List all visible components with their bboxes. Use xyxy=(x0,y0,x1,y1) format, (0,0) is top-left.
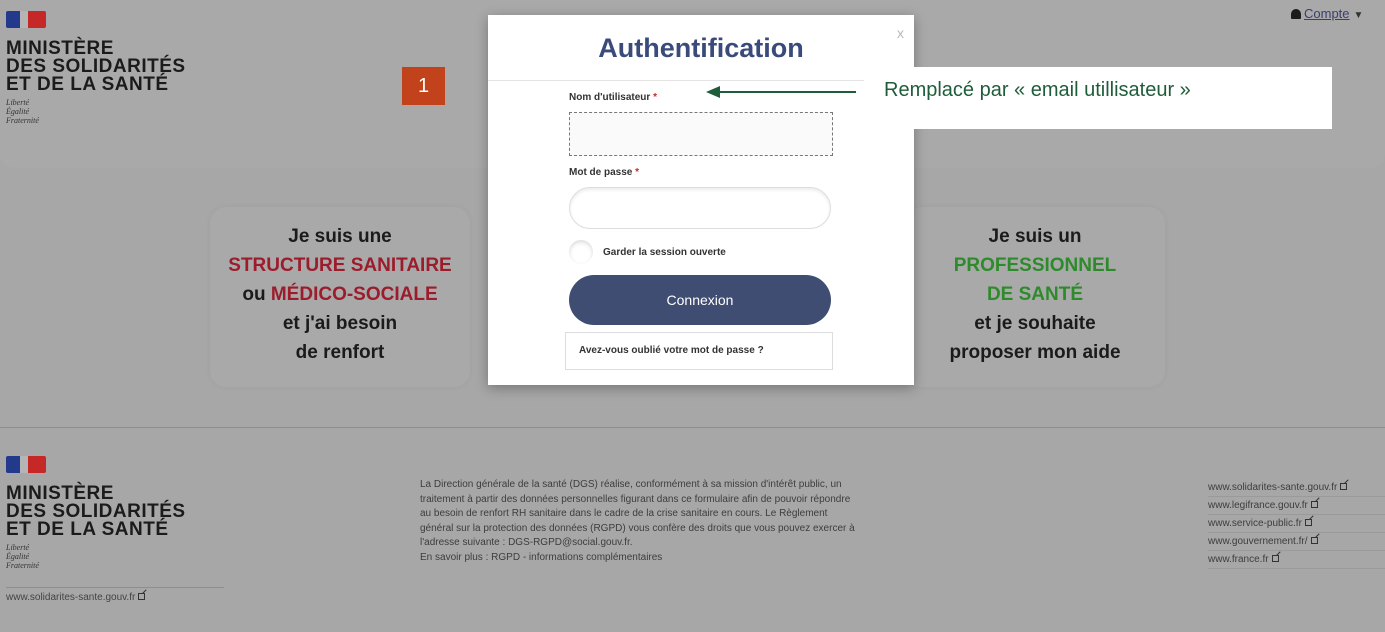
republic-motto: Liberté Égalité Fraternité xyxy=(6,98,39,125)
footer-site-link[interactable]: www.solidarites-sante.gouv.fr xyxy=(6,587,224,603)
close-icon[interactable]: x xyxy=(897,25,904,41)
account-label: Compte xyxy=(1304,6,1350,21)
footer-link[interactable]: www.solidarites-sante.gouv.fr xyxy=(1208,479,1385,497)
ministry-logo[interactable]: MINISTÈRE DES SOLIDARITÉS ET DE LA SANTÉ… xyxy=(6,11,186,125)
footer-link[interactable]: www.gouvernement.fr/ xyxy=(1208,533,1385,551)
external-link-icon xyxy=(1271,555,1279,562)
password-input[interactable] xyxy=(569,187,831,229)
annotation-arrow-icon xyxy=(706,86,856,98)
rgpd-more-link[interactable]: En savoir plus : RGPD - informations com… xyxy=(420,551,1000,566)
footer-republic-motto: Liberté Égalité Fraternité xyxy=(6,543,39,570)
account-menu[interactable]: Compte ▼ xyxy=(1291,6,1363,21)
ministry-name: MINISTÈRE DES SOLIDARITÉS ET DE LA SANTÉ xyxy=(6,38,186,95)
external-link-icon xyxy=(138,593,146,600)
forgot-password-link[interactable]: Avez-vous oublié votre mot de passe ? xyxy=(565,332,833,370)
footer-links-list: www.solidarites-sante.gouv.fr www.legifr… xyxy=(1208,479,1385,569)
keep-session-checkbox[interactable] xyxy=(569,240,593,264)
external-link-icon xyxy=(1310,501,1318,508)
footer-separator xyxy=(0,427,1385,428)
footer-ministry-logo[interactable]: MINISTÈRE DES SOLIDARITÉS ET DE LA SANTÉ… xyxy=(6,456,186,570)
external-link-icon xyxy=(1304,519,1312,526)
marianne-flag-icon xyxy=(6,456,46,473)
professional-card[interactable]: Je suis un PROFESSIONNEL DE SANTÉ et je … xyxy=(905,207,1165,387)
footer-link[interactable]: www.france.fr xyxy=(1208,551,1385,569)
login-modal: Authentification x Nom d'utilisateur * M… xyxy=(488,15,914,385)
step-number-badge: 1 xyxy=(402,67,445,105)
footer-link[interactable]: www.legifrance.gouv.fr xyxy=(1208,497,1385,515)
modal-title: Authentification xyxy=(598,33,804,63)
marianne-flag-icon xyxy=(6,11,46,28)
structure-card[interactable]: Je suis une STRUCTURE SANITAIRE ou MÉDIC… xyxy=(210,207,470,387)
modal-header: Authentification x xyxy=(488,15,914,81)
username-input[interactable] xyxy=(569,112,833,156)
annotation-note: Remplacé par « email utillisateur » xyxy=(864,67,1332,129)
external-link-icon xyxy=(1340,483,1348,490)
user-icon xyxy=(1291,9,1301,19)
external-link-icon xyxy=(1310,537,1318,544)
chevron-down-icon: ▼ xyxy=(1353,10,1364,21)
rgpd-notice: La Direction générale de la santé (DGS) … xyxy=(420,478,1000,565)
login-button[interactable]: Connexion xyxy=(569,275,831,325)
keep-session-label[interactable]: Garder la session ouverte xyxy=(603,247,726,258)
username-label: Nom d'utilisateur * xyxy=(569,92,657,103)
footer-ministry-name: MINISTÈRE DES SOLIDARITÉS ET DE LA SANTÉ xyxy=(6,483,186,540)
footer-link[interactable]: www.service-public.fr xyxy=(1208,515,1385,533)
password-label: Mot de passe * xyxy=(569,167,640,178)
